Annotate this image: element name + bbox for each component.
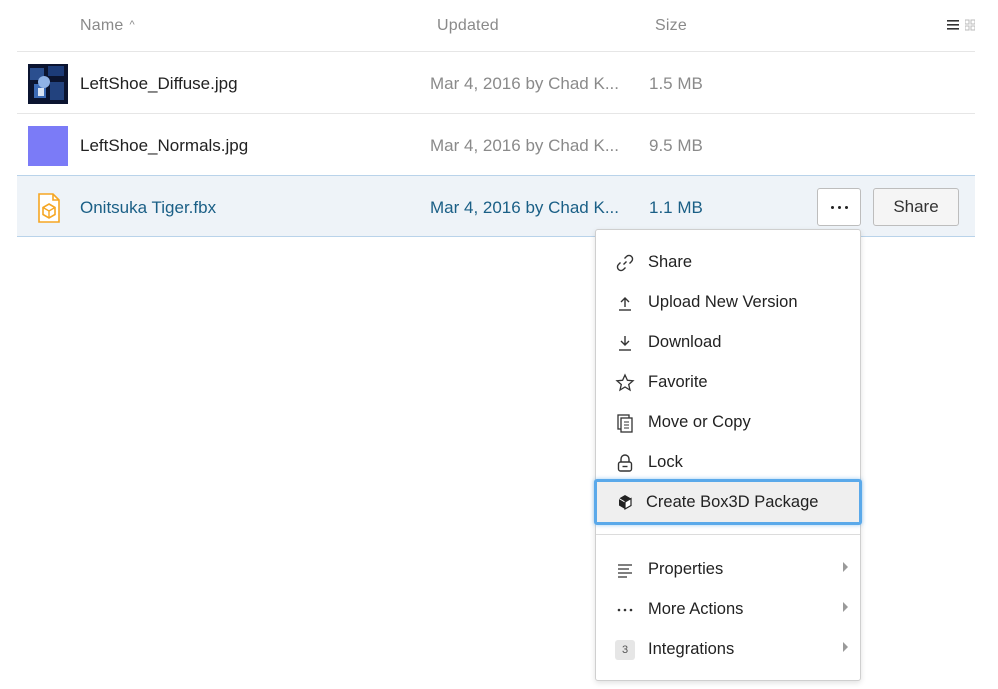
file-name[interactable]: LeftShoe_Normals.jpg (80, 136, 248, 156)
file-name[interactable]: Onitsuka Tiger.fbx (80, 198, 216, 218)
ellipsis-icon (614, 599, 636, 621)
menu-item-properties[interactable]: Properties (596, 549, 860, 589)
menu-item-more-actions[interactable]: More Actions (596, 589, 860, 629)
menu-item-download[interactable]: Download (596, 322, 860, 362)
view-toggle (947, 18, 975, 32)
ellipsis-dot (837, 205, 841, 209)
menu-item-label: Integrations (648, 639, 735, 658)
column-header-name[interactable]: Name ^ (80, 17, 135, 35)
file-size: 1.5 MB (649, 74, 703, 93)
link-icon (614, 252, 636, 274)
menu-item-label: Properties (648, 559, 724, 578)
menu-item-favorite[interactable]: Favorite (596, 362, 860, 402)
submenu-arrow-icon (843, 642, 848, 652)
download-icon (614, 332, 636, 354)
copy-icon (614, 412, 636, 434)
upload-icon (614, 292, 636, 314)
column-header-updated[interactable]: Updated (437, 17, 499, 35)
menu-item-label: More Actions (648, 599, 744, 618)
list-view-icon[interactable] (947, 18, 959, 32)
3d-file-icon[interactable] (28, 188, 68, 228)
submenu-arrow-icon (843, 602, 848, 612)
diffuse-image-thumbnail[interactable] (28, 64, 68, 104)
menu-item-label: Download (648, 332, 722, 351)
ellipsis-dot (844, 205, 848, 209)
menu-item-create-box3d-package[interactable]: Create Box3D Package (594, 479, 862, 525)
menu-item-label: Lock (648, 452, 683, 471)
column-header-name-label: Name (80, 17, 124, 34)
file-size: 1.1 MB (649, 198, 703, 217)
file-list-header: Name ^ Updated Size (17, 0, 975, 52)
menu-item-label: Create Box3D Package (646, 492, 819, 511)
file-updated: Mar 4, 2016 by Chad K... (430, 198, 619, 217)
menu-item-label: Move or Copy (648, 412, 751, 431)
star-icon (614, 372, 636, 394)
menu-item-share[interactable]: Share (596, 242, 860, 282)
file-updated: Mar 4, 2016 by Chad K... (430, 136, 619, 155)
lock-icon (614, 452, 636, 474)
menu-item-upload-new-version[interactable]: Upload New Version (596, 282, 860, 322)
normals-image-thumbnail[interactable] (28, 126, 68, 166)
submenu-arrow-icon (843, 562, 848, 572)
file-name[interactable]: LeftShoe_Diffuse.jpg (80, 74, 238, 94)
properties-icon (614, 559, 636, 581)
file-size: 9.5 MB (649, 136, 703, 155)
file-updated: Mar 4, 2016 by Chad K... (430, 74, 619, 93)
menu-item-label: Share (648, 252, 693, 271)
file-row[interactable]: LeftShoe_Diffuse.jpg Mar 4, 2016 by Chad… (17, 52, 975, 114)
integrations-badge: 3 (614, 639, 636, 661)
file-row-selected[interactable]: Onitsuka Tiger.fbx Mar 4, 2016 by Chad K… (17, 175, 975, 237)
menu-item-move-or-copy[interactable]: Move or Copy (596, 402, 860, 442)
menu-item-label: Favorite (648, 372, 708, 391)
ellipsis-dot (830, 205, 834, 209)
integrations-count: 3 (615, 640, 635, 660)
menu-divider (596, 534, 860, 535)
menu-item-integrations[interactable]: 3 Integrations (596, 629, 860, 669)
more-options-button[interactable] (817, 188, 861, 226)
column-header-size[interactable]: Size (655, 17, 687, 35)
menu-item-label: Upload New Version (648, 292, 798, 311)
grid-view-icon[interactable] (965, 18, 975, 32)
sort-ascending-icon: ^ (129, 19, 135, 31)
box3d-icon (614, 491, 636, 513)
file-row[interactable]: LeftShoe_Normals.jpg Mar 4, 2016 by Chad… (17, 114, 975, 176)
menu-item-lock[interactable]: Lock (596, 442, 860, 482)
share-button[interactable]: Share (873, 188, 959, 226)
context-menu: Share Upload New Version Download Favori… (594, 229, 862, 681)
